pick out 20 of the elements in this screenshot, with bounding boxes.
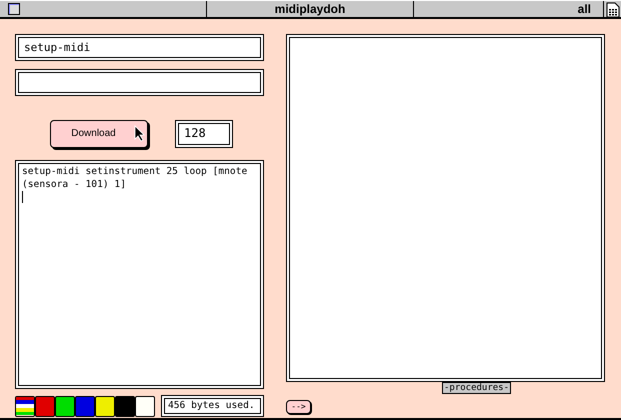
palette-swatch[interactable] (95, 396, 115, 416)
palette-swatch[interactable] (55, 396, 75, 416)
pointer-icon (134, 125, 145, 142)
palette-swatch[interactable] (35, 396, 55, 416)
palette-swatch[interactable] (115, 396, 135, 416)
arrow-button[interactable]: --> (286, 400, 311, 414)
palette-swatch[interactable] (75, 396, 95, 416)
text-field[interactable]: setup-midi (15, 34, 264, 61)
window-label: all (578, 2, 591, 16)
bytes-status: 456 bytes used. (161, 395, 264, 417)
procedures-label: -procedures- (442, 382, 512, 394)
download-button[interactable]: Download (50, 120, 148, 148)
close-box[interactable] (8, 3, 20, 15)
palette-swatch[interactable] (15, 396, 35, 416)
text-field[interactable] (15, 69, 264, 96)
count-field[interactable]: 128 (175, 120, 233, 148)
palette-swatch[interactable] (135, 396, 155, 416)
window-title: midiplaydoh (274, 2, 346, 16)
code-editor[interactable]: setup-midi setinstrument 25 loop [mnote (sensora - 101) 1] (15, 160, 264, 389)
keypad-icon[interactable] (606, 2, 620, 18)
